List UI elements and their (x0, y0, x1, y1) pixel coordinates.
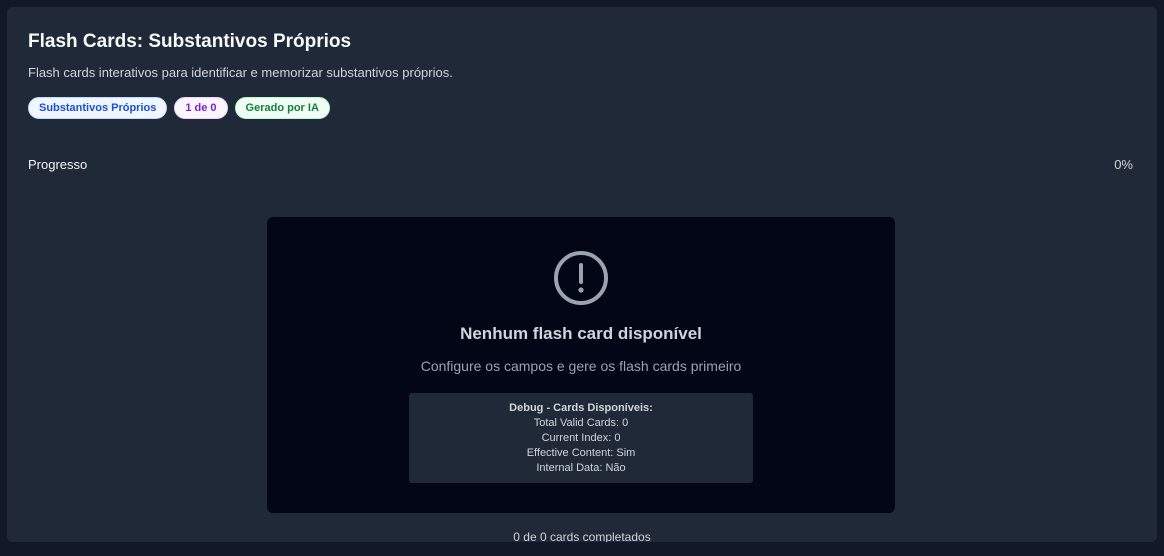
badge-row: Substantivos Próprios 1 de 0 Gerado por … (28, 97, 330, 119)
card-count-badge: 1 de 0 (174, 97, 228, 119)
debug-effective-content: Effective Content: Sim (526, 447, 636, 459)
page-title: Flash Cards: Substantivos Próprios (28, 31, 352, 52)
cards-completed-text: 0 de 0 cards completados (513, 530, 651, 542)
debug-current-index: Current Index: 0 (541, 432, 621, 444)
debug-total-valid-cards: Total Valid Cards: 0 (533, 417, 629, 429)
progress-label: Progresso (28, 157, 88, 172)
ai-generated-badge: Gerado por IA (234, 97, 330, 119)
debug-title: Debug - Cards Disponíveis: (509, 402, 653, 414)
progress-bar (28, 179, 1133, 185)
flash-card: Nenhum flash card disponível Configure o… (267, 217, 895, 513)
page-background: Flash Cards: Substantivos Próprios Flash… (0, 0, 1164, 556)
debug-panel: Debug - Cards Disponíveis: Total Valid C… (409, 393, 753, 483)
empty-state-heading: Nenhum flash card disponível (460, 324, 702, 343)
progress-percentage: 0% (1114, 157, 1133, 172)
empty-state-text: Configure os campos e gere os flash card… (420, 358, 742, 374)
topic-badge: Substantivos Próprios (28, 97, 168, 119)
debug-internal-data: Internal Data: Não (536, 462, 626, 474)
alert-circle-icon (554, 251, 608, 305)
flashcards-panel: Flash Cards: Substantivos Próprios Flash… (7, 7, 1157, 542)
page-subtitle: Flash cards interativos para identificar… (28, 65, 453, 80)
